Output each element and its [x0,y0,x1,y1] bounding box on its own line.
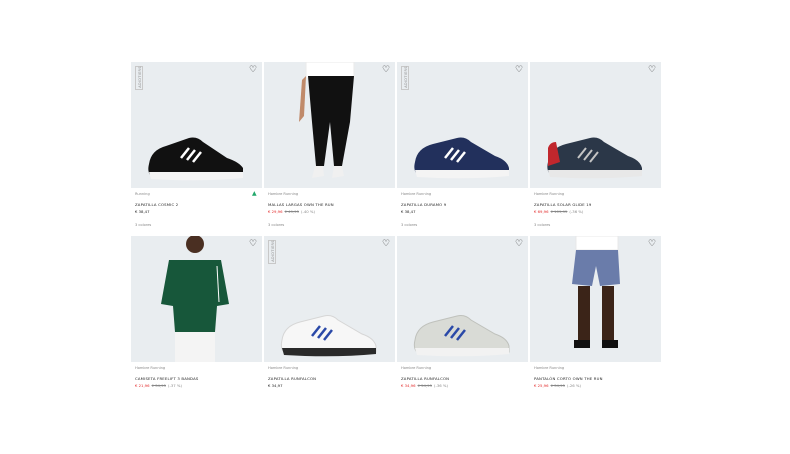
product-category: Hombre Running [534,366,565,370]
heart-icon[interactable]: ♡ [647,65,657,75]
product-category: Hombre Running [401,192,432,196]
product-card[interactable]: ♡ Hombre Running ZAPATILLA SOLAR GLIDE 1… [530,62,661,234]
product-colors: 3 colores [401,223,418,227]
shoe-illustration [547,137,642,179]
product-price: € 21,96 € 34,95 (-37 %) [135,383,182,388]
product-card[interactable]: ADIDTIERS ♡ Running ▲ ZAPATILLA COSMIC 2… [131,62,262,234]
product-name[interactable]: MALLAS LARGAS OWN THE RUN [268,202,334,207]
product-price: € 29,96 € 49,95 (-40 %) [268,209,315,214]
product-colors: 3 colores [534,223,551,227]
product-price: € 38,47 [135,209,150,214]
heart-icon[interactable]: ♡ [248,239,258,249]
heart-icon[interactable]: ♡ [647,239,657,249]
product-name[interactable]: ZAPATILLA COSMIC 2 [135,202,178,207]
product-image[interactable]: ADIDTIERS ♡ [397,62,528,188]
product-name[interactable]: ZAPATILLA RUNFALCON [401,376,449,381]
original-price: € 34,95 [151,383,167,388]
shoe-illustration [414,137,509,179]
product-card[interactable]: ♡ Hombre Running MALLAS LARGAS OWN THE R… [264,62,395,234]
sale-price: € 25,96 [534,383,549,388]
product-image[interactable]: ♡ [131,236,262,362]
adidas-logo-icon: ▲ [252,190,257,197]
leggings-illustration [299,62,355,178]
original-price: € 54,95 [417,383,433,388]
sale-price: € 69,96 [534,209,549,214]
product-image[interactable]: ♡ [397,236,528,362]
discount: (-36 %) [434,383,448,388]
discount: (-26 %) [567,383,581,388]
discount: (-40 %) [301,209,315,214]
product-card[interactable]: ADIDTIERS ♡ Hombre Running ZAPATILLA RUN… [264,236,395,397]
badge-tag: ADIDTIERS [268,240,276,264]
product-colors: 3 colores [268,223,285,227]
product-price: € 38,47 [401,209,416,214]
product-name[interactable]: ZAPATILLA RUNFALCON [268,376,316,381]
product-grid: ADIDTIERS ♡ Running ▲ ZAPATILLA COSMIC 2… [131,62,661,397]
product-image[interactable]: ♡ [264,62,395,188]
product-price: € 34,97 [268,383,283,388]
product-price: € 34,96 € 54,95 (-36 %) [401,383,448,388]
product-name[interactable]: ZAPATILLA DURAMO 9 [401,202,446,207]
sale-price: € 34,96 [401,383,416,388]
product-card[interactable]: ♡ Hombre Running ZAPATILLA RUNFALCON € 3… [397,236,528,397]
badge-tag: ADIDTIERS [401,66,409,90]
product-card[interactable]: ♡ Hombre Running CAMISETA FREELIFT 3 BAN… [131,236,262,397]
heart-icon[interactable]: ♡ [514,239,524,249]
product-image[interactable]: ADIDTIERS ♡ [131,62,262,188]
product-category: Running [135,192,150,196]
product-price: € 69,96 € 109,95 (-36 %) [534,209,583,214]
discount: (-37 %) [168,383,182,388]
product-card[interactable]: ♡ Hombre Running PANTALÓN CORTO OWN THE … [530,236,661,397]
badge-tag: ADIDTIERS [135,66,143,90]
shoe-illustration [280,315,377,357]
product-category: Hombre Running [401,366,432,370]
shoe-illustration [413,315,510,357]
product-category: Hombre Running [268,192,299,196]
product-colors: 3 colores [135,223,152,227]
product-category: Hombre Running [135,366,166,370]
discount: (-36 %) [569,209,584,214]
heart-icon[interactable]: ♡ [514,65,524,75]
product-name[interactable]: PANTALÓN CORTO OWN THE RUN [534,376,603,381]
shoe-illustration [148,137,243,181]
sale-price: € 29,96 [268,209,283,214]
heart-icon[interactable]: ♡ [248,65,258,75]
sale-price: € 21,96 [135,383,150,388]
tshirt-illustration [161,236,229,362]
heart-icon[interactable]: ♡ [381,65,391,75]
product-category: Hombre Running [268,366,299,370]
original-price: € 109,95 [550,209,568,214]
original-price: € 34,95 [550,383,566,388]
shorts-illustration [572,236,620,348]
product-image[interactable]: ADIDTIERS ♡ [264,236,395,362]
product-name[interactable]: CAMISETA FREELIFT 3 BANDAS [135,376,199,381]
original-price: € 49,95 [284,209,300,214]
product-category: Hombre Running [534,192,565,196]
product-card[interactable]: ADIDTIERS ♡ Hombre Running ZAPATILLA DUR… [397,62,528,234]
product-price: € 25,96 € 34,95 (-26 %) [534,383,581,388]
product-image[interactable]: ♡ [530,236,661,362]
product-name[interactable]: ZAPATILLA SOLAR GLIDE 19 [534,202,592,207]
heart-icon[interactable]: ♡ [381,239,391,249]
product-image[interactable]: ♡ [530,62,661,188]
